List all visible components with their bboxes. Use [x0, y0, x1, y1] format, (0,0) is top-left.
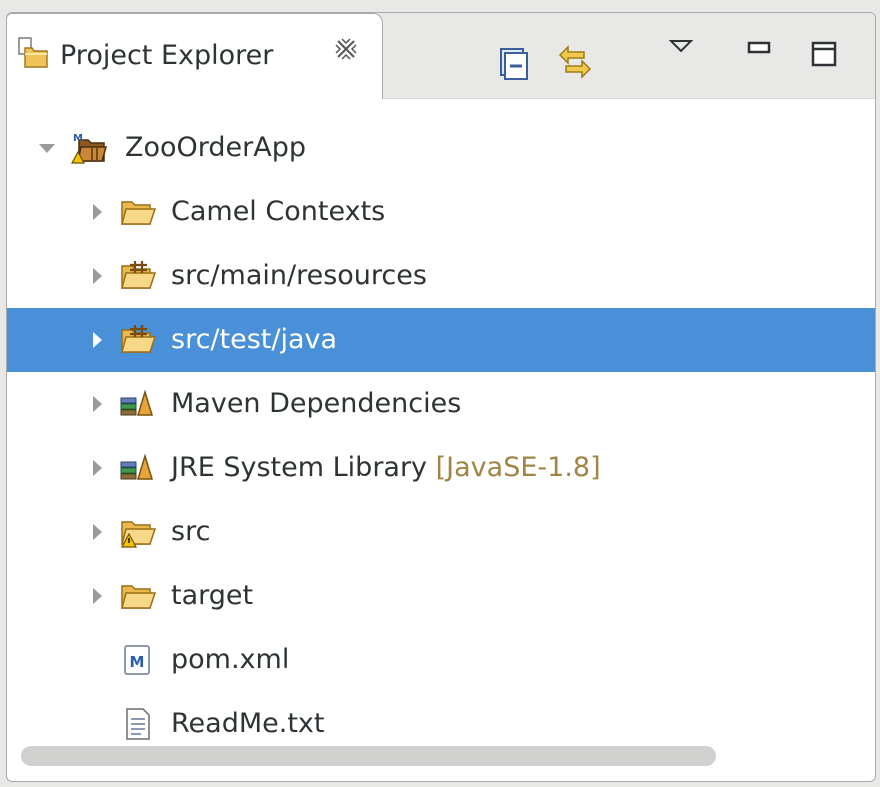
maximize-icon [811, 41, 837, 67]
source-folder-icon [119, 258, 157, 294]
tree-item-label: ReadMe.txt [171, 708, 324, 740]
tree-item-name: pom.xml [171, 644, 290, 675]
tree-item-label: JRE System Library [JavaSE-1.8] [171, 452, 601, 484]
chevron-down-icon [669, 40, 693, 53]
tree-item[interactable]: src/main/resources [7, 244, 875, 308]
tree-item-label: target [171, 580, 253, 612]
library-icon [119, 450, 157, 486]
tree-item-name: ZooOrderApp [125, 132, 307, 163]
collapse-all-button[interactable] [495, 45, 531, 81]
collapsed-arrow-icon[interactable] [87, 328, 107, 352]
tree-item[interactable]: JRE System Library [JavaSE-1.8] [7, 436, 875, 500]
tree-item-name: src [171, 516, 211, 547]
tree-item-name: src/test/java [171, 324, 338, 355]
close-tab-icon[interactable] [333, 36, 359, 62]
view-menu-button[interactable] [669, 37, 693, 57]
tree-item-label: src [171, 516, 210, 548]
project-explorer-view: Project Explorer ZooOrderApp Camel Conte… [6, 12, 876, 782]
text-file-icon [119, 706, 157, 742]
tree-item[interactable]: Maven Dependencies [7, 372, 875, 436]
minimize-icon [747, 41, 771, 54]
collapsed-arrow-icon[interactable] [87, 456, 107, 480]
tree-item[interactable]: Camel Contexts [7, 180, 875, 244]
link-with-editor-button[interactable] [554, 41, 596, 83]
folder-warning-icon [119, 514, 157, 550]
tree-item-name: Maven Dependencies [171, 388, 462, 419]
library-icon [119, 386, 157, 422]
collapsed-arrow-icon[interactable] [87, 264, 107, 288]
project-explorer-icon [16, 36, 50, 70]
maximize-button[interactable] [810, 40, 840, 70]
folder-icon [119, 578, 157, 614]
tree-item[interactable]: src/test/java [7, 308, 875, 372]
tree-item-name: Camel Contexts [171, 196, 386, 227]
tree-item-decoration: [JavaSE-1.8] [435, 452, 601, 483]
minimize-button[interactable] [747, 41, 771, 55]
folder-icon [119, 194, 157, 230]
collapsed-arrow-icon[interactable] [87, 200, 107, 224]
tree-item-label: src/main/resources [171, 260, 427, 292]
tree-item-name: ReadMe.txt [171, 708, 325, 739]
source-folder-icon [119, 322, 157, 358]
tree-item[interactable]: ZooOrderApp [7, 116, 875, 180]
tree-item-label: src/test/java [171, 324, 337, 356]
tree-item-label: ZooOrderApp [125, 132, 306, 164]
tab-title: Project Explorer [60, 40, 274, 71]
maven-project-icon [70, 130, 108, 166]
tree-item-label: Camel Contexts [171, 196, 385, 228]
project-explorer-tab[interactable]: Project Explorer [7, 13, 383, 99]
maven-pom-file-icon [119, 642, 157, 678]
view-tab-bar: Project Explorer [7, 13, 875, 99]
tree-item-name: JRE System Library [171, 452, 428, 483]
collapsed-arrow-icon[interactable] [87, 392, 107, 416]
collapsed-arrow-icon[interactable] [87, 520, 107, 544]
expanded-arrow-icon[interactable] [37, 136, 57, 160]
tree-item[interactable]: pom.xml [7, 628, 875, 692]
tree-item-name: target [171, 580, 254, 611]
tree-item[interactable]: target [7, 564, 875, 628]
tree-item[interactable]: src [7, 500, 875, 564]
tree-item-label: pom.xml [171, 644, 289, 676]
link-with-editor-icon [558, 45, 592, 79]
tree-item-name: src/main/resources [171, 260, 427, 291]
collapse-all-icon [500, 48, 528, 80]
collapsed-arrow-icon[interactable] [87, 584, 107, 608]
horizontal-scrollbar[interactable] [21, 746, 716, 766]
tree-item-label: Maven Dependencies [171, 388, 461, 420]
